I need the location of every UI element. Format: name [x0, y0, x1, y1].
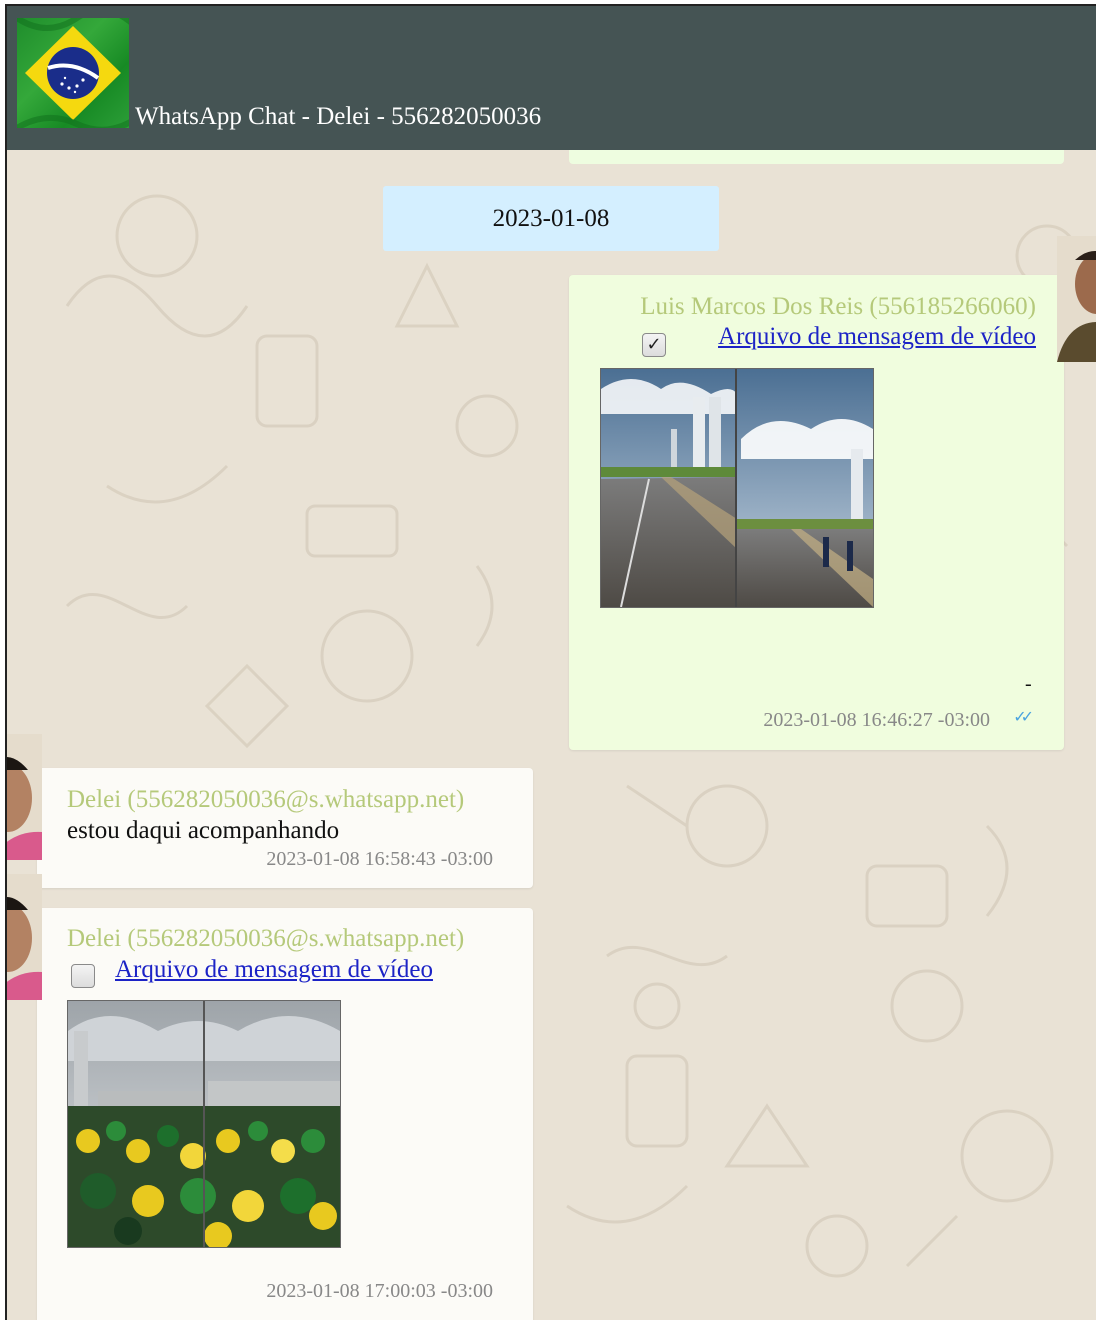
- video-thumbnail[interactable]: [600, 368, 874, 608]
- message-timestamp: 2023-01-08 17:00:03 -03:00: [266, 1280, 493, 1302]
- select-checkbox[interactable]: ✓: [642, 333, 666, 357]
- chat-title: WhatsApp Chat - Delei - 556282050036: [135, 103, 542, 130]
- previous-message-bubble-edge: [569, 150, 1064, 164]
- sender-name: Luis Marcos Dos Reis (556185266060): [640, 293, 1036, 320]
- message-caption: -: [1025, 673, 1032, 695]
- date-separator-label: 2023-01-08: [492, 204, 610, 232]
- select-checkbox[interactable]: [71, 964, 95, 988]
- message-timestamp: 2023-01-08 16:58:43 -03:00: [266, 848, 493, 870]
- message-text: estou daqui acompanhando: [67, 817, 340, 844]
- sender-avatar: [7, 734, 42, 860]
- message-incoming: Delei (556282050036@s.whatsapp.net) esto…: [21, 768, 533, 888]
- message-timestamp: 2023-01-08 16:46:27 -03:00: [763, 709, 990, 731]
- message-outgoing: Luis Marcos Dos Reis (556185266060) ✓ Ar…: [569, 275, 1082, 750]
- brazil-flag-icon: [15, 7, 140, 133]
- sender-avatar: [7, 874, 42, 1000]
- chat-window: WhatsApp Chat - Delei - 556282050036 202…: [5, 4, 1096, 1320]
- date-separator: 2023-01-08: [383, 186, 719, 251]
- sender-name: Delei (556282050036@s.whatsapp.net): [67, 925, 465, 952]
- video-file-link[interactable]: Arquivo de mensagem de vídeo: [115, 956, 433, 984]
- sender-name: Delei (556282050036@s.whatsapp.net): [67, 786, 465, 813]
- sender-avatar: [1057, 236, 1096, 362]
- video-file-link[interactable]: Arquivo de mensagem de vídeo: [718, 323, 1036, 351]
- message-incoming: Delei (556282050036@s.whatsapp.net) Arqu…: [21, 908, 533, 1320]
- video-thumbnail[interactable]: [67, 1000, 341, 1248]
- chat-header: WhatsApp Chat - Delei - 556282050036: [7, 6, 1096, 150]
- double-check-icon: ✓✓: [1013, 707, 1034, 726]
